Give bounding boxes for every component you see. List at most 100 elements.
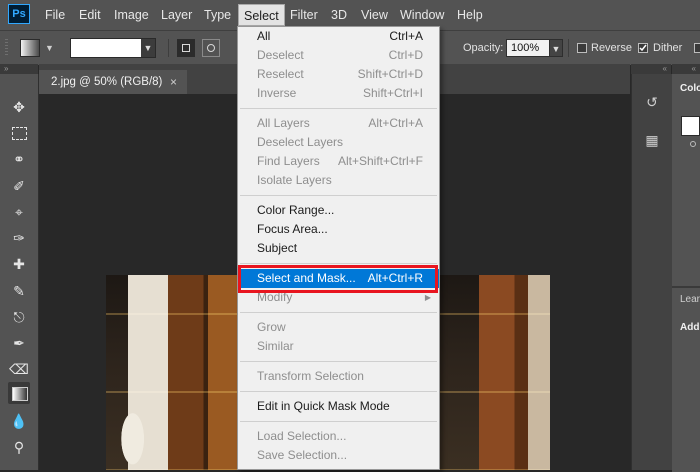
color-panel: Color Learn Add bbox=[672, 74, 700, 472]
document-title: 2.jpg @ 50% (RGB/8) bbox=[51, 76, 163, 88]
menu-item-all[interactable]: All Ctrl+A bbox=[238, 27, 439, 46]
menu-item-shortcut: Ctrl+D bbox=[388, 48, 423, 62]
menu-item-reselect[interactable]: Reselect Shift+Ctrl+D bbox=[238, 65, 439, 84]
eyedropper-icon[interactable]: ✑ bbox=[8, 227, 30, 249]
menu-item-deselect[interactable]: Deselect Ctrl+D bbox=[238, 46, 439, 65]
blur-icon[interactable]: 💧 bbox=[8, 410, 30, 432]
menu-item-focus-area[interactable]: Focus Area... bbox=[238, 220, 439, 239]
menu-item-inverse[interactable]: Inverse Shift+Ctrl+I bbox=[238, 84, 439, 103]
menu-item-save-selection[interactable]: Save Selection... bbox=[238, 446, 439, 465]
menu-item-select-and-mask[interactable]: Select and Mask... Alt+Ctrl+R bbox=[238, 269, 439, 288]
menu-item-shortcut: Shift+Ctrl+I bbox=[362, 86, 423, 100]
menu-select[interactable]: Select bbox=[238, 4, 285, 26]
menu-item-subject[interactable]: Subject bbox=[238, 239, 439, 258]
menu-item-isolate-layers[interactable]: Isolate Layers bbox=[238, 171, 439, 190]
menu-item-label: All bbox=[257, 29, 271, 43]
menu-item-label: Transform Selection bbox=[257, 369, 364, 383]
menu-item-color-range[interactable]: Color Range... bbox=[238, 201, 439, 220]
menu-item-shortcut: Alt+Ctrl+R bbox=[367, 271, 423, 285]
document-tab[interactable]: 2.jpg @ 50% (RGB/8) × bbox=[39, 70, 187, 94]
divider bbox=[168, 39, 169, 57]
menu-item-label: Deselect Layers bbox=[257, 135, 344, 149]
menu-edit[interactable]: Edit bbox=[74, 0, 106, 30]
foreground-color-swatch[interactable] bbox=[681, 116, 700, 136]
submenu-arrow-icon: ▶ bbox=[424, 293, 431, 302]
history-panel-icon[interactable]: ↺ bbox=[642, 92, 662, 112]
reverse-label: Reverse bbox=[591, 42, 632, 54]
menu-separator bbox=[240, 108, 437, 109]
menu-item-label: Subject bbox=[257, 241, 298, 255]
opacity-label: Opacity: bbox=[463, 42, 504, 54]
color-picker-dot[interactable] bbox=[690, 141, 696, 147]
toolbar-collapse-icon[interactable]: » bbox=[0, 64, 38, 74]
linear-gradient-button[interactable] bbox=[177, 39, 195, 57]
3d-panel-icon[interactable]: ▦ bbox=[642, 130, 662, 150]
menu-item-label: Focus Area... bbox=[257, 222, 328, 236]
menu-item-label: Save Selection... bbox=[257, 448, 348, 462]
lasso-icon[interactable]: ⚭ bbox=[8, 148, 30, 170]
menu-item-label: Isolate Layers bbox=[257, 173, 332, 187]
menu-item-label: Color Range... bbox=[257, 203, 335, 217]
menu-separator bbox=[240, 421, 437, 422]
chevron-down-icon[interactable]: ▼ bbox=[141, 39, 155, 57]
menu-item-modify[interactable]: Modify ▶ bbox=[238, 288, 439, 307]
panel-collapse-icon[interactable]: « bbox=[672, 64, 700, 74]
menu-item-label: Similar bbox=[257, 339, 294, 353]
eraser-icon[interactable]: ⌫ bbox=[8, 358, 30, 380]
menu-item-label: Edit in Quick Mask Mode bbox=[257, 399, 390, 413]
radial-gradient-button[interactable] bbox=[202, 39, 220, 57]
divider bbox=[568, 39, 569, 57]
menu-item-grow[interactable]: Grow bbox=[238, 318, 439, 337]
menu-item-shortcut: Alt+Shift+Ctrl+F bbox=[337, 154, 423, 168]
healing-brush-icon[interactable]: ✚ bbox=[8, 253, 30, 275]
dither-label: Dither bbox=[653, 42, 683, 54]
menu-file[interactable]: File bbox=[40, 0, 70, 30]
menu-item-label: Deselect bbox=[257, 48, 304, 62]
learn-panel-tab[interactable]: Learn bbox=[680, 294, 700, 305]
menu-item-all-layers[interactable]: All Layers Alt+Ctrl+A bbox=[238, 114, 439, 133]
chevron-down-icon[interactable]: ▼ bbox=[45, 43, 54, 53]
quick-select-icon[interactable]: ✐ bbox=[8, 175, 30, 197]
transparency-checkbox[interactable] bbox=[694, 43, 700, 53]
gradient-icon[interactable] bbox=[8, 382, 30, 404]
menu-item-load-selection[interactable]: Load Selection... bbox=[238, 427, 439, 446]
dock-collapse-icon[interactable]: « bbox=[631, 64, 671, 74]
move-icon[interactable]: ✥ bbox=[8, 96, 30, 118]
reverse-checkbox[interactable] bbox=[577, 43, 587, 53]
marquee-icon[interactable] bbox=[8, 122, 30, 144]
menu-image[interactable]: Image bbox=[109, 0, 154, 30]
crop-icon[interactable]: ⌖ bbox=[8, 201, 30, 223]
dither-checkbox[interactable] bbox=[638, 43, 648, 53]
close-icon[interactable]: × bbox=[170, 70, 177, 94]
panel-dock: ↺ ▦ bbox=[631, 74, 673, 470]
menu-item-transform-selection[interactable]: Transform Selection bbox=[238, 367, 439, 386]
menu-item-shortcut: Shift+Ctrl+D bbox=[357, 67, 423, 81]
dodge-icon[interactable]: ⚲ bbox=[8, 436, 30, 458]
menu-item-label: Inverse bbox=[257, 86, 297, 100]
menu-item-find-layers[interactable]: Find Layers Alt+Shift+Ctrl+F bbox=[238, 152, 439, 171]
tool-preset-picker[interactable] bbox=[20, 39, 40, 57]
menu-layer[interactable]: Layer bbox=[156, 0, 197, 30]
opacity-dropdown-icon[interactable]: ▼ bbox=[549, 39, 563, 57]
history-brush-icon[interactable]: ✒ bbox=[8, 332, 30, 354]
brush-icon[interactable]: ✎ bbox=[8, 280, 30, 302]
menu-type[interactable]: Type bbox=[199, 0, 236, 30]
gradient-picker[interactable]: ▼ bbox=[70, 38, 156, 58]
menu-item-label: Load Selection... bbox=[257, 429, 347, 443]
menu-separator bbox=[240, 312, 437, 313]
menu-item-label: Reselect bbox=[257, 67, 304, 81]
clone-stamp-icon[interactable]: ⎋ bbox=[8, 306, 30, 328]
menu-item-similar[interactable]: Similar bbox=[238, 337, 439, 356]
menu-item-edit-in-quick-mask-mode[interactable]: Edit in Quick Mask Mode bbox=[238, 397, 439, 416]
options-bar-grip[interactable] bbox=[5, 39, 8, 57]
opacity-input[interactable]: 100% bbox=[506, 39, 550, 57]
color-panel-tab[interactable]: Color bbox=[672, 74, 700, 104]
menu-item-deselect-layers[interactable]: Deselect Layers bbox=[238, 133, 439, 152]
menu-help[interactable]: Help bbox=[452, 0, 488, 30]
menu-item-label: All Layers bbox=[257, 116, 310, 130]
menu-item-shortcut: Ctrl+A bbox=[389, 29, 423, 43]
tools-panel: ✥ ⚭ ✐ ⌖ ✑ ✚ ✎ ⎋ ✒ ⌫ 💧 ⚲ bbox=[0, 74, 39, 470]
menu-item-label: Find Layers bbox=[257, 154, 320, 168]
menu-separator bbox=[240, 391, 437, 392]
menu-item-shortcut: Alt+Ctrl+A bbox=[368, 116, 423, 130]
